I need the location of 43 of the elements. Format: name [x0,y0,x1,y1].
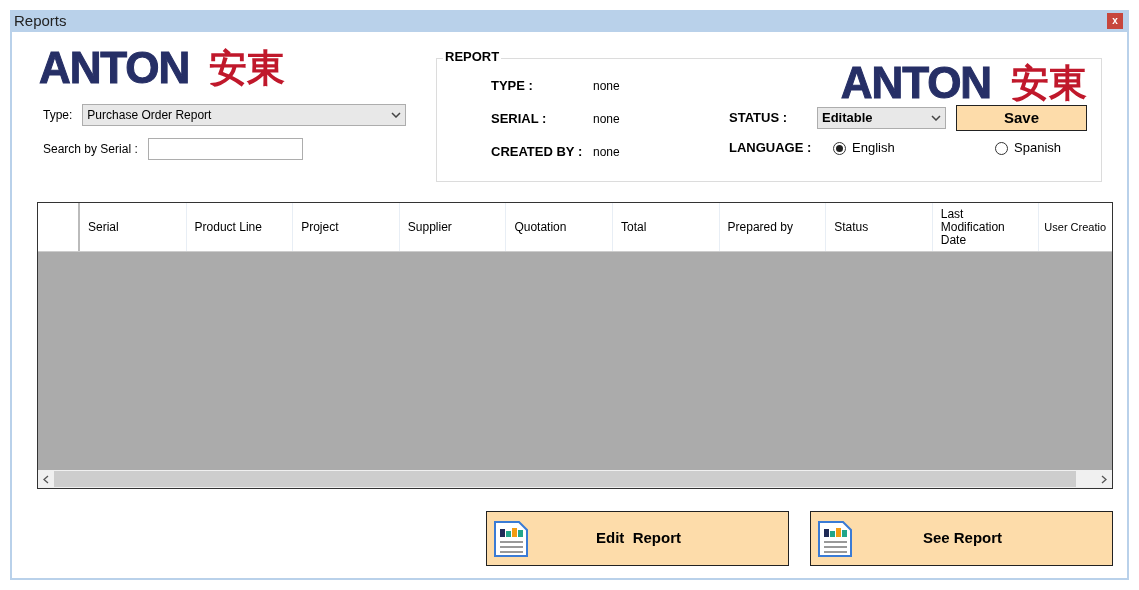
logo-characters: 安東 [209,49,286,87]
window-title: Reports [14,10,67,31]
column-header[interactable]: Prepared by [719,203,827,251]
horizontal-scrollbar[interactable] [38,470,1112,488]
column-header[interactable]: Serial [80,203,187,251]
field-label: CREATED BY : [491,142,584,161]
column-header[interactable]: Supplier [399,203,507,251]
column-header[interactable]: Total [612,203,720,251]
scrollbar-thumb[interactable] [54,471,1076,487]
caret-icon [931,115,941,121]
close-button[interactable]: x [1107,13,1123,29]
field-label: SERIAL : [491,109,548,128]
language-radio[interactable]: English [833,138,895,158]
column-header[interactable]: Project [293,203,400,251]
caret-icon [391,112,402,118]
status-label: STATUS : [729,109,788,128]
column-header[interactable]: Quotation [506,203,613,251]
report-button[interactable]: See Report [810,511,1113,566]
search-label: Search by Serial : [43,141,138,158]
logo-wordmark: ANTON [840,61,991,105]
field-value: none [593,143,620,161]
report-group-title: REPORT [443,50,502,63]
column-header[interactable]: User Creatio [1039,203,1112,251]
type-dropdown[interactable]: Purchase Order Report [82,104,407,126]
scroll-left-icon[interactable] [43,474,49,484]
language-label: LANGUAGE : [729,139,813,158]
scroll-right-icon[interactable] [1101,474,1107,484]
serial-search-field[interactable] [147,138,303,160]
field-value: none [593,110,620,128]
field-value: none [593,77,620,95]
language-radio[interactable]: Spanish [995,138,1061,158]
logo-characters: 安東 [1011,64,1087,102]
column-header[interactable]: Product Line [186,203,294,251]
column-header[interactable]: Status [826,203,933,251]
report-icon [493,519,529,558]
report-icon [817,519,853,558]
type-label: Type: [43,107,73,124]
logo-wordmark: ANTON [39,46,190,90]
save-button[interactable]: Save [956,105,1087,131]
report-button[interactable]: Edit Report [486,511,789,566]
status-dropdown[interactable]: Editable [817,107,946,129]
field-label: TYPE : [491,76,534,95]
column-header[interactable]: Last Modification Date [932,203,1040,251]
